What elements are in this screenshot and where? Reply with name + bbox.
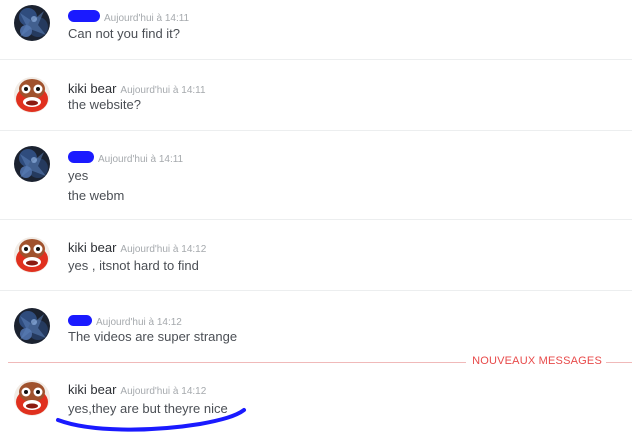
chat-message-list: Aujourd'hui à 14:11 Can not you find it?… bbox=[0, 0, 632, 435]
underline-annotation bbox=[56, 408, 246, 432]
